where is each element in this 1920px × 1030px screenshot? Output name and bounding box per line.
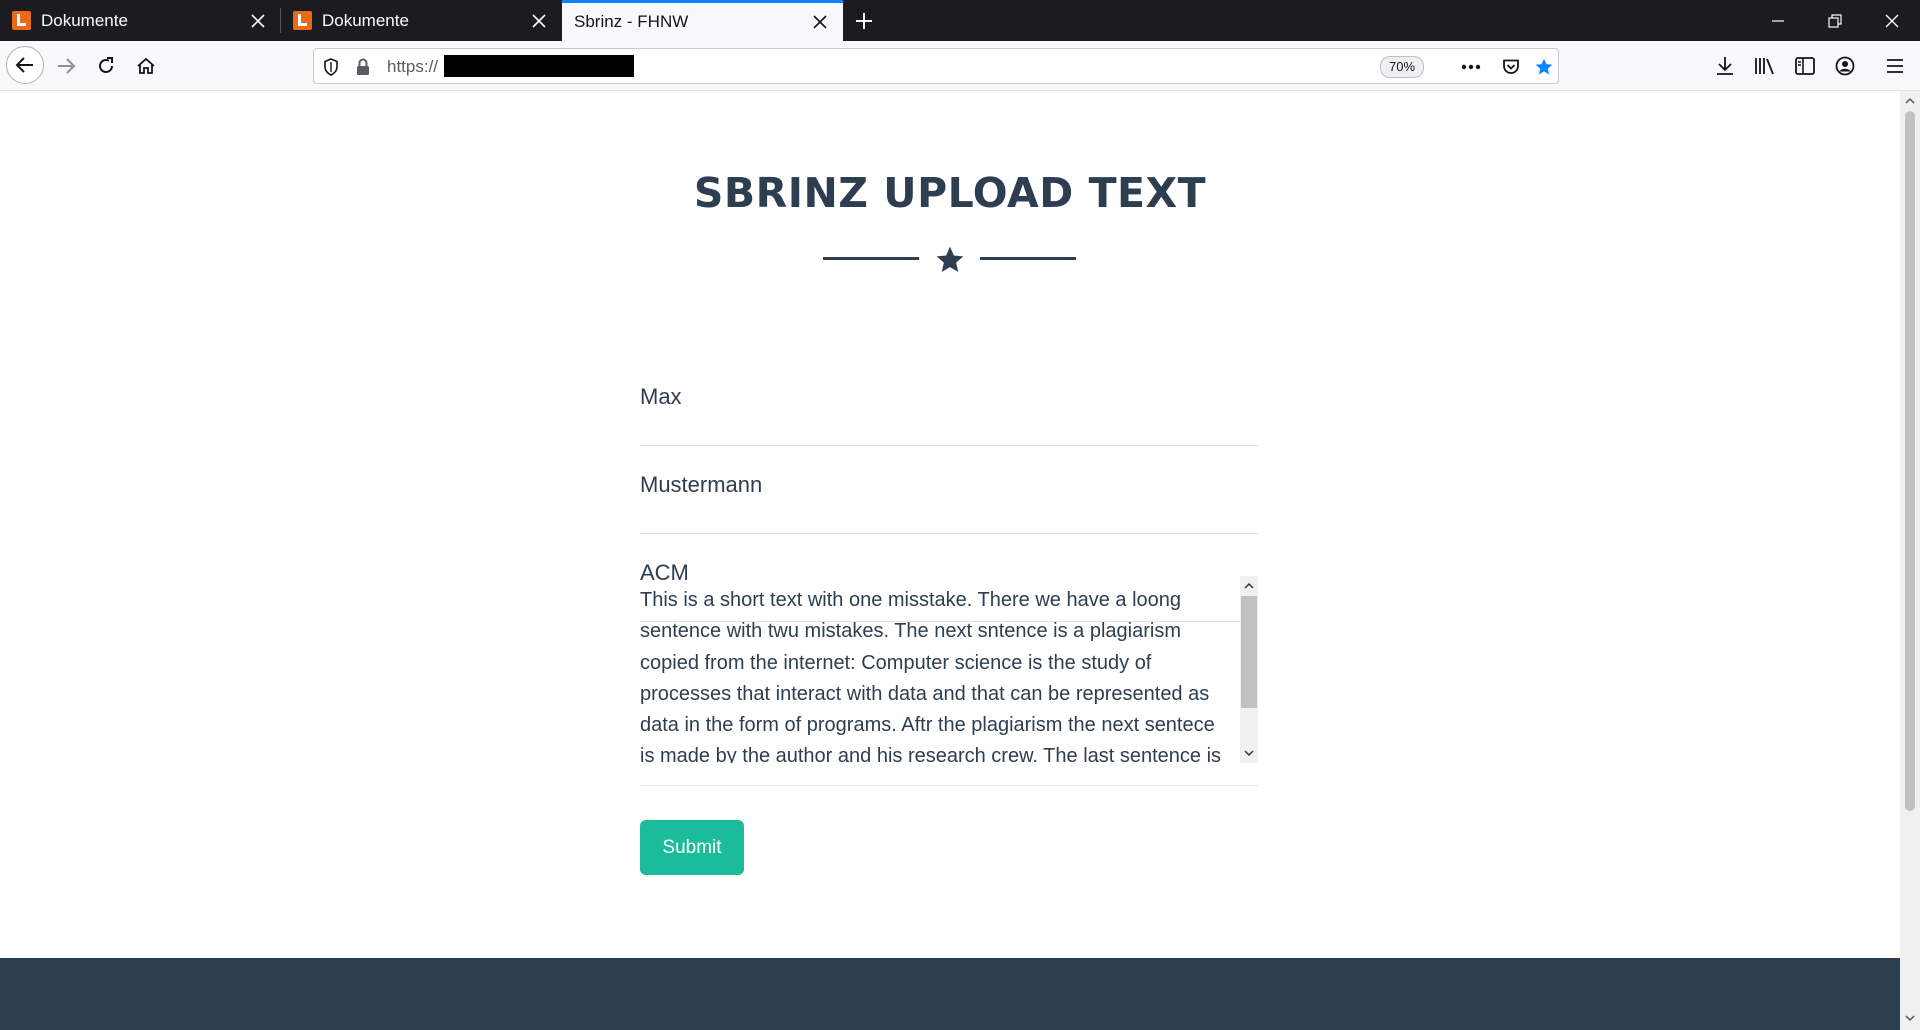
pocket-icon[interactable] [1499,55,1523,79]
shield-icon[interactable] [319,55,343,79]
downloads-button[interactable] [1710,51,1740,81]
text-content-value: This is a short text with one misstake. … [640,589,1222,763]
back-button[interactable] [6,46,44,84]
url-text[interactable]: https:// [387,57,438,77]
library-button[interactable] [1750,51,1780,81]
sidebar-icon [1795,57,1815,75]
page-scroll-thumb[interactable] [1905,111,1915,811]
document-app-icon [12,11,31,30]
reload-icon [99,57,113,73]
redacted-url-block [444,55,634,77]
tab-title: Dokumente [41,10,128,30]
forward-button[interactable] [49,49,83,83]
library-icon [1755,58,1774,75]
close-window-button[interactable] [1863,0,1920,41]
sidebar-button[interactable] [1790,51,1820,81]
plus-icon [856,12,872,29]
first-name-field[interactable]: Max [640,358,1258,446]
menu-button[interactable] [1880,51,1910,81]
page-viewport: SBRINZ UPLOAD TEXT Max Mustermann ACM Th… [0,91,1900,1030]
browser-tab[interactable]: Dokumente [0,0,281,41]
account-button[interactable] [1830,51,1860,81]
arrow-right-icon [58,58,76,74]
last-name-field[interactable]: Mustermann [640,446,1258,534]
hamburger-menu-icon [1887,59,1903,73]
close-icon[interactable] [522,13,556,28]
bookmark-star-icon[interactable] [1532,55,1556,79]
minimize-icon [1771,19,1784,22]
download-icon [1717,57,1733,75]
address-bar[interactable]: https:// 70% [313,48,1559,84]
title-divider [823,244,1076,274]
reload-button[interactable] [89,49,123,83]
tab-strip: Dokumente Dokumente Sbrinz - FHNW [0,0,1920,41]
window-controls [1749,0,1920,41]
document-app-icon [293,11,312,30]
arrow-left-icon [15,57,33,73]
new-tab-button[interactable] [843,0,885,41]
more-actions-icon[interactable] [1459,55,1483,79]
close-icon [1885,14,1898,27]
chevron-up-icon[interactable] [1243,580,1255,592]
home-button[interactable] [129,49,163,83]
restore-icon [1827,13,1842,28]
page-footer [0,958,1900,1030]
text-content-textarea[interactable]: This is a short text with one misstake. … [640,576,1258,763]
lock-icon[interactable] [351,55,375,79]
browser-tab[interactable]: Dokumente [281,0,562,41]
chevron-down-icon[interactable] [1904,1012,1916,1024]
tab-title: Dokumente [322,10,409,30]
page-scrollbar[interactable] [1900,91,1920,1030]
minimize-button[interactable] [1749,0,1806,41]
textarea-scroll-thumb[interactable] [1241,596,1257,708]
tab-title: Sbrinz - FHNW [574,12,689,31]
divider-line [980,257,1076,260]
text-content-field[interactable]: This is a short text with one misstake. … [640,576,1258,786]
star-icon [936,246,964,272]
first-name-value: Max [640,384,682,409]
divider-line [823,257,919,260]
close-icon[interactable] [803,15,837,29]
restore-button[interactable] [1806,0,1863,41]
chevron-down-icon[interactable] [1243,747,1255,759]
close-icon[interactable] [241,13,275,28]
submit-button[interactable]: Submit [640,820,744,875]
navigation-toolbar: https:// 70% [0,41,1920,91]
home-icon [137,57,155,74]
last-name-value: Mustermann [640,472,763,497]
chevron-up-icon[interactable] [1904,95,1916,107]
page-title: SBRINZ UPLOAD TEXT [693,169,1207,217]
textarea-scrollbar[interactable] [1240,576,1258,763]
browser-tab-active[interactable]: Sbrinz - FHNW [562,0,843,41]
account-icon [1835,56,1855,76]
zoom-level-indicator[interactable]: 70% [1380,56,1425,78]
